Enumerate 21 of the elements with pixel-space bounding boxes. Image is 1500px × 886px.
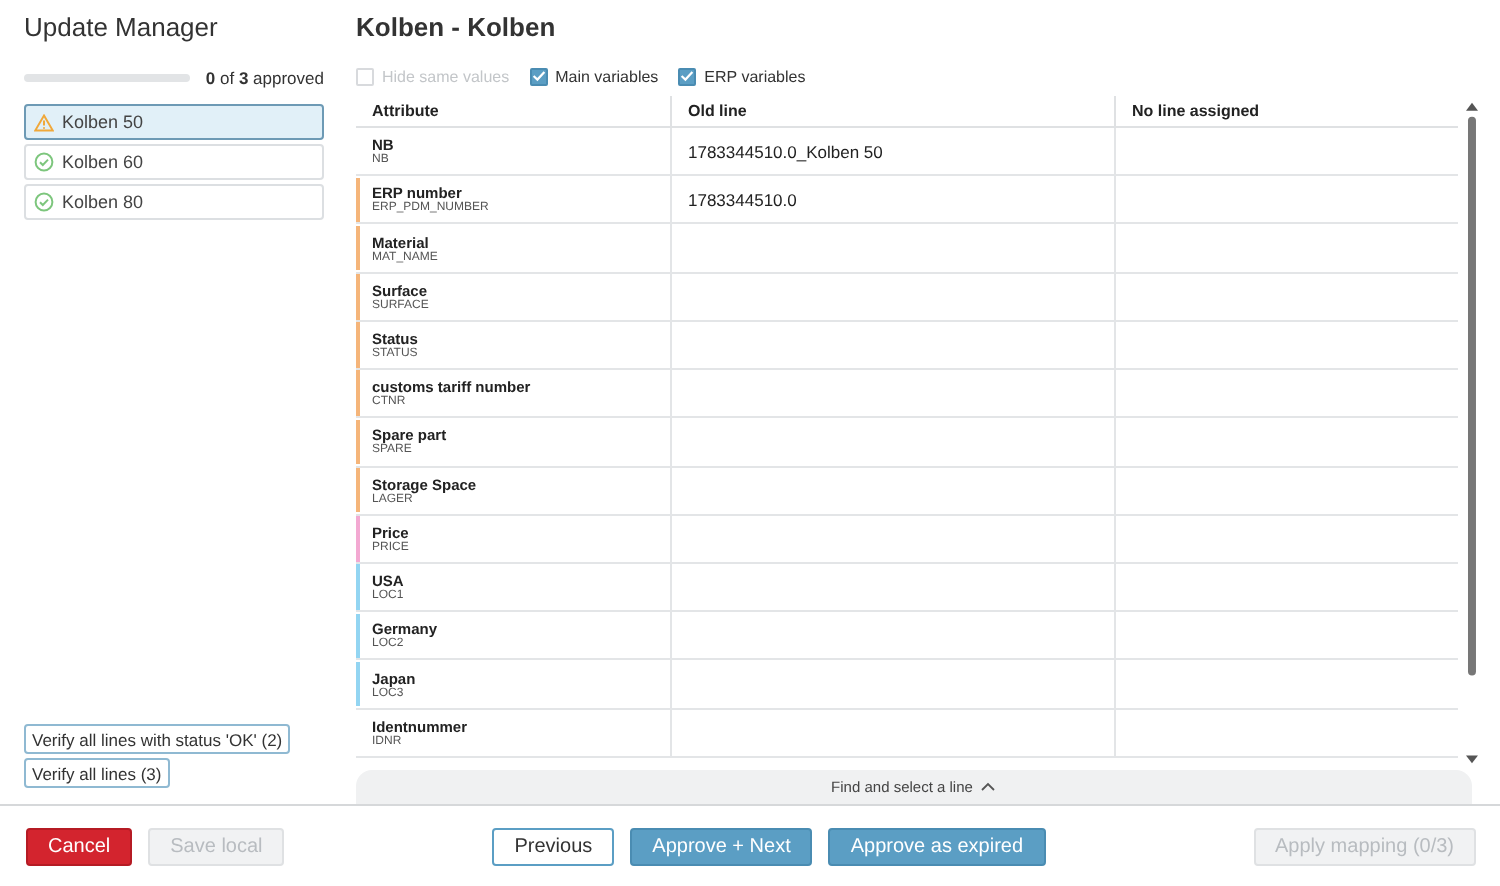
verify-button[interactable]: Verify all lines with status 'OK' (2) bbox=[24, 724, 291, 754]
caret-icon bbox=[980, 782, 997, 792]
sidebar-item[interactable]: Kolben 60 bbox=[24, 144, 324, 180]
column-header: Attribute bbox=[356, 96, 671, 127]
checkbox[interactable] bbox=[529, 67, 548, 85]
checkbox[interactable] bbox=[678, 67, 697, 85]
column-header: No line assigned bbox=[1115, 96, 1459, 127]
action-button[interactable]: Cancel bbox=[26, 827, 133, 865]
table-cell: 1783344510.0_Kolben 50 bbox=[688, 141, 883, 162]
progress-label: 0 of 3 approved bbox=[205, 68, 324, 88]
checkbox-label: Main variables bbox=[555, 67, 659, 85]
table-cell: 1783344510.0 bbox=[688, 189, 797, 210]
checkbox-label: ERP variables bbox=[704, 67, 806, 85]
sidebar-item[interactable]: Kolben 80 bbox=[24, 184, 324, 220]
checkbox-label: Hide same values bbox=[382, 67, 510, 85]
page-title: Kolben - Kolben bbox=[356, 12, 558, 42]
verify-button[interactable]: Verify all lines (3) bbox=[24, 758, 170, 788]
sidebar-item[interactable]: Kolben 50 bbox=[24, 104, 324, 140]
action-button[interactable]: Previous bbox=[492, 827, 615, 865]
app-title: Update Manager bbox=[24, 12, 220, 42]
column-header: Old line bbox=[671, 96, 1115, 127]
